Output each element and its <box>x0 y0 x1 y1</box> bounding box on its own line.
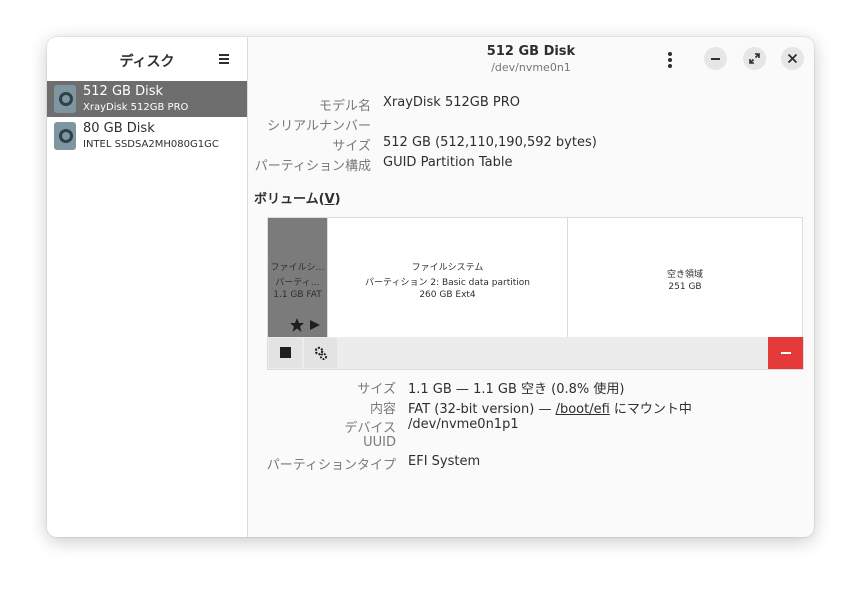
partition-2-line2: パーティション 2: Basic data partition <box>365 278 530 288</box>
size-label: サイズ <box>332 139 371 154</box>
volume-map: ファイルシ… パーティ… 1.1 GB FAT ファイルシステム パーティション… <box>267 217 803 338</box>
contents-label: 内容 <box>369 402 396 417</box>
disk-icon <box>54 122 76 150</box>
hamburger-icon-bar <box>219 62 229 64</box>
sidebar-header: ディスク <box>47 37 247 81</box>
kebab-icon-dot <box>668 64 672 68</box>
drive-menu-button[interactable] <box>660 49 680 69</box>
main-pane: 512 GB Disk /dev/nvme0n1 モデル名 XrayDisk 5… <box>248 37 814 537</box>
close-icon <box>787 53 798 64</box>
serial-label: シリアルナンバー <box>267 119 371 134</box>
free-space-block[interactable]: 空き領域 251 GB <box>568 218 802 337</box>
disk-model: INTEL SSDSA2MH080G1GC <box>83 139 219 150</box>
delete-partition-button[interactable] <box>768 337 803 369</box>
model-label: モデル名 <box>318 99 371 114</box>
volumes-title-end: ) <box>334 192 341 207</box>
free-space-line2: 251 GB <box>668 282 702 292</box>
volume-toolbar <box>267 337 804 370</box>
partition-type-label: パーティションタイプ <box>266 458 396 473</box>
partitioning-value: GUID Partition Table <box>383 155 513 170</box>
disks-window: ディスク 512 GB Disk XrayDisk 512GB PRO 80 G… <box>47 37 814 537</box>
disk-name: 80 GB Disk <box>83 121 155 136</box>
disk-list-item-512gb[interactable]: 512 GB Disk XrayDisk 512GB PRO <box>47 81 247 117</box>
menu-button[interactable] <box>213 49 235 69</box>
volumes-title: ボリューム( <box>254 192 325 207</box>
disk-model: XrayDisk 512GB PRO <box>83 102 189 113</box>
contents-suffix: にマウント中 <box>609 402 692 417</box>
partition-1-line1: ファイルシ… <box>270 263 325 273</box>
partition-1-line3: 1.1 GB FAT <box>273 290 322 300</box>
part-size-label: サイズ <box>357 382 396 397</box>
partition-2-line3: 260 GB Ext4 <box>419 290 476 300</box>
mount-point-link[interactable]: /boot/efi <box>556 402 610 417</box>
maximize-icon <box>749 53 760 64</box>
disk-icon <box>54 85 76 113</box>
uuid-label: UUID <box>363 435 396 450</box>
partition-2-line1: ファイルシステム <box>411 263 484 273</box>
part-size-value: 1.1 GB — 1.1 GB 空き (0.8% 使用) <box>408 382 625 397</box>
sidebar: ディスク 512 GB Disk XrayDisk 512GB PRO 80 G… <box>47 37 248 537</box>
device-label: デバイス <box>344 421 396 436</box>
kebab-icon-dot <box>668 58 672 62</box>
partitioning-label: パーティション構成 <box>254 159 371 174</box>
minimize-button[interactable] <box>704 47 727 70</box>
unmount-button[interactable] <box>269 338 302 368</box>
partition-1-block[interactable]: ファイルシ… パーティ… 1.1 GB FAT <box>268 218 328 337</box>
partition-2-block[interactable]: ファイルシステム パーティション 2: Basic data partition… <box>328 218 568 337</box>
model-value: XrayDisk 512GB PRO <box>383 95 521 110</box>
partition-settings-button[interactable] <box>304 338 337 368</box>
header-subtitle: /dev/nvme0n1 <box>491 61 571 74</box>
contents-text: FAT (32-bit version) — <box>408 402 556 417</box>
mounted-star-icon <box>290 318 320 332</box>
size-value: 512 GB (512,110,190,592 bytes) <box>383 135 597 150</box>
volumes-heading: ボリューム(V) <box>254 188 341 207</box>
gears-icon <box>314 346 328 361</box>
hamburger-icon <box>219 54 229 56</box>
free-space-line1: 空き領域 <box>666 270 703 280</box>
minus-icon <box>781 352 791 354</box>
partition-type-value: EFI System <box>408 454 481 469</box>
maximize-button[interactable] <box>743 47 766 70</box>
stop-icon <box>280 347 291 358</box>
volumes-mnemonic: V <box>324 192 335 207</box>
disk-list-item-80gb[interactable]: 80 GB Disk INTEL SSDSA2MH080G1GC <box>47 118 247 154</box>
hamburger-icon-bar <box>219 58 229 60</box>
header-title: 512 GB Disk <box>486 44 576 59</box>
close-button[interactable] <box>781 47 804 70</box>
kebab-icon <box>668 52 672 56</box>
contents-value: FAT (32-bit version) — /boot/efi にマウント中 <box>408 398 692 417</box>
minimize-icon <box>711 58 720 60</box>
disk-name: 512 GB Disk <box>83 84 163 99</box>
device-value: /dev/nvme0n1p1 <box>408 417 519 432</box>
partition-1-line2: パーティ… <box>275 278 320 288</box>
